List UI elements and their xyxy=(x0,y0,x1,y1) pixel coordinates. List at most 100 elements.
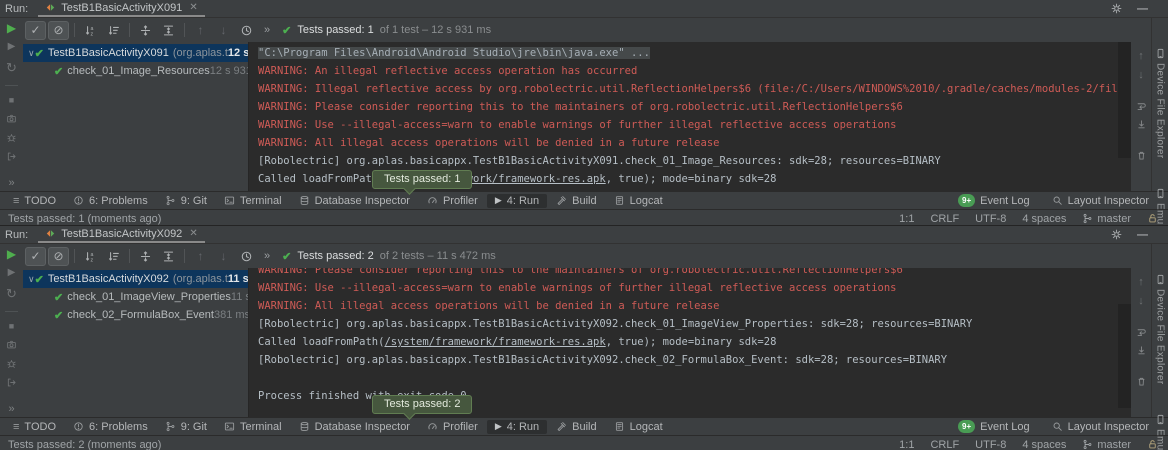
indent-setting[interactable]: 4 spaces xyxy=(1022,213,1066,225)
show-ignored-toggle[interactable]: ⊘ xyxy=(48,247,69,266)
stop-button[interactable]: ■ xyxy=(9,95,14,105)
tool-button-database-inspector[interactable]: Database Inspector xyxy=(291,194,418,208)
sort-alphabetically-icon[interactable] xyxy=(80,247,101,266)
tool-button-database-inspector[interactable]: Database Inspector xyxy=(291,420,418,434)
test-tree-item[interactable]: ✔ check_02_FormulaBox_Event 381 ms xyxy=(23,306,248,324)
hide-window-icon[interactable]: — xyxy=(1137,229,1148,241)
toggle-auto-test-icon[interactable]: ↻ xyxy=(6,60,17,76)
chevron-down-icon[interactable]: ∨ xyxy=(28,48,35,59)
previous-occurrence-icon[interactable]: ↑ xyxy=(190,21,211,40)
show-passed-toggle[interactable]: ✓ xyxy=(25,21,46,40)
caret-position[interactable]: 1:1 xyxy=(899,213,914,225)
close-tab-icon[interactable]: ✕ xyxy=(189,2,197,13)
chevron-down-icon[interactable]: ∨ xyxy=(28,274,35,285)
rerun-failed-tests-icon[interactable]: ▶ xyxy=(8,267,16,278)
tool-button-logcat[interactable]: Logcat xyxy=(606,420,671,434)
up-stack-trace-icon[interactable]: ↑ xyxy=(1138,50,1144,62)
exit-icon[interactable] xyxy=(6,151,17,162)
sort-by-duration-icon[interactable] xyxy=(103,21,124,40)
indent-setting[interactable]: 4 spaces xyxy=(1022,439,1066,450)
exit-icon[interactable] xyxy=(6,377,17,388)
tool-button-git[interactable]: 9: Git xyxy=(157,194,215,208)
rerun-button[interactable]: ▶ xyxy=(7,23,16,33)
console-scrollbar[interactable] xyxy=(1118,304,1131,408)
next-occurrence-icon[interactable]: ↓ xyxy=(213,21,234,40)
collapse-all-icon[interactable] xyxy=(158,247,179,266)
tool-button-todo[interactable]: ≡TODO xyxy=(5,194,64,208)
run-tab-x091[interactable]: TestB1BasicActivityX091 ✕ xyxy=(38,0,204,17)
tool-button-todo[interactable]: ≡TODO xyxy=(5,420,64,434)
screenshot-icon[interactable] xyxy=(6,113,17,124)
tool-button-logcat[interactable]: Logcat xyxy=(606,194,671,208)
hide-window-icon[interactable]: — xyxy=(1137,3,1148,15)
expand-all-icon[interactable] xyxy=(135,21,156,40)
sort-by-duration-icon[interactable] xyxy=(103,247,124,266)
run-tab-x092[interactable]: TestB1BasicActivityX092 ✕ xyxy=(38,226,204,243)
attach-debugger-icon[interactable] xyxy=(6,132,17,143)
clear-all-icon[interactable] xyxy=(1136,376,1147,387)
soft-wrap-icon[interactable] xyxy=(1136,327,1147,338)
sort-alphabetically-icon[interactable] xyxy=(80,21,101,40)
tab-device-file-explorer[interactable]: Device File Explorer xyxy=(1155,274,1166,384)
tab-device-file-explorer[interactable]: Device File Explorer xyxy=(1155,48,1166,158)
more-toolbar-icon[interactable]: » xyxy=(264,24,270,36)
tool-button-run[interactable]: ▶4: Run xyxy=(487,194,547,208)
test-history-icon[interactable] xyxy=(236,21,257,40)
scroll-to-end-icon[interactable] xyxy=(1136,345,1147,356)
test-tree-root[interactable]: ∨ ✔ TestB1BasicActivityX091 (org.aplas.t… xyxy=(23,44,248,62)
close-tab-icon[interactable]: ✕ xyxy=(189,228,197,239)
rerun-button[interactable]: ▶ xyxy=(7,249,16,259)
next-occurrence-icon[interactable]: ↓ xyxy=(213,247,234,266)
tool-button-problems[interactable]: 6: Problems xyxy=(65,420,156,434)
clear-all-icon[interactable] xyxy=(1136,150,1147,161)
attach-debugger-icon[interactable] xyxy=(6,358,17,369)
settings-gear-icon[interactable] xyxy=(1110,2,1123,15)
lock-icon[interactable] xyxy=(1147,213,1158,224)
show-ignored-toggle[interactable]: ⊘ xyxy=(48,21,69,40)
tool-button-terminal[interactable]: Terminal xyxy=(216,194,290,208)
collapse-all-icon[interactable] xyxy=(158,21,179,40)
tool-button-problems[interactable]: 6: Problems xyxy=(65,194,156,208)
line-separator[interactable]: CRLF xyxy=(930,213,959,225)
event-log-button[interactable]: 9+Event Log xyxy=(956,419,1032,434)
tool-button-profiler[interactable]: Profiler xyxy=(419,420,486,434)
stop-button[interactable]: ■ xyxy=(9,321,14,331)
event-log-button[interactable]: 9+Event Log xyxy=(956,193,1032,208)
file-encoding[interactable]: UTF-8 xyxy=(975,213,1006,225)
tool-button-profiler[interactable]: Profiler xyxy=(419,194,486,208)
screenshot-icon[interactable] xyxy=(6,339,17,350)
more-toolbar-icon[interactable]: » xyxy=(264,250,270,262)
console-file-link[interactable]: /system/framework/framework-res.apk xyxy=(384,336,605,348)
toggle-auto-test-icon[interactable]: ↻ xyxy=(6,286,17,302)
git-branch-widget[interactable]: master xyxy=(1082,439,1131,450)
tool-button-git[interactable]: 9: Git xyxy=(157,420,215,434)
tool-button-build[interactable]: Build xyxy=(548,194,604,208)
console-scrollbar[interactable] xyxy=(1118,42,1131,158)
settings-gear-icon[interactable] xyxy=(1110,228,1123,241)
soft-wrap-icon[interactable] xyxy=(1136,101,1147,112)
console-output[interactable]: "C:\Program Files\Android\Android Studio… xyxy=(248,42,1131,191)
tool-button-run[interactable]: ▶4: Run xyxy=(487,420,547,434)
lock-icon[interactable] xyxy=(1147,439,1158,450)
rerun-failed-tests-icon[interactable]: ▶ xyxy=(8,41,16,52)
git-branch-widget[interactable]: master xyxy=(1082,213,1131,225)
test-tree-root[interactable]: ∨ ✔ TestB1BasicActivityX092 (org.aplas.t… xyxy=(23,270,248,288)
down-stack-trace-icon[interactable]: ↓ xyxy=(1138,295,1144,307)
up-stack-trace-icon[interactable]: ↑ xyxy=(1138,276,1144,288)
down-stack-trace-icon[interactable]: ↓ xyxy=(1138,69,1144,81)
show-passed-toggle[interactable]: ✓ xyxy=(25,247,46,266)
test-history-icon[interactable] xyxy=(236,247,257,266)
previous-occurrence-icon[interactable]: ↑ xyxy=(190,247,211,266)
test-tree-item[interactable]: ✔ check_01_Image_Resources 12 s 931 ms xyxy=(23,62,248,80)
layout-inspector-button[interactable]: Layout Inspector xyxy=(1050,194,1151,208)
tool-button-terminal[interactable]: Terminal xyxy=(216,420,290,434)
more-actions-icon[interactable]: » xyxy=(8,403,14,415)
line-separator[interactable]: CRLF xyxy=(930,439,959,450)
more-actions-icon[interactable]: » xyxy=(8,177,14,189)
scroll-to-end-icon[interactable] xyxy=(1136,119,1147,130)
file-encoding[interactable]: UTF-8 xyxy=(975,439,1006,450)
expand-all-icon[interactable] xyxy=(135,247,156,266)
test-tree-item[interactable]: ✔ check_01_ImageView_Properties 11 s 91 … xyxy=(23,288,248,306)
caret-position[interactable]: 1:1 xyxy=(899,439,914,450)
tool-button-build[interactable]: Build xyxy=(548,420,604,434)
